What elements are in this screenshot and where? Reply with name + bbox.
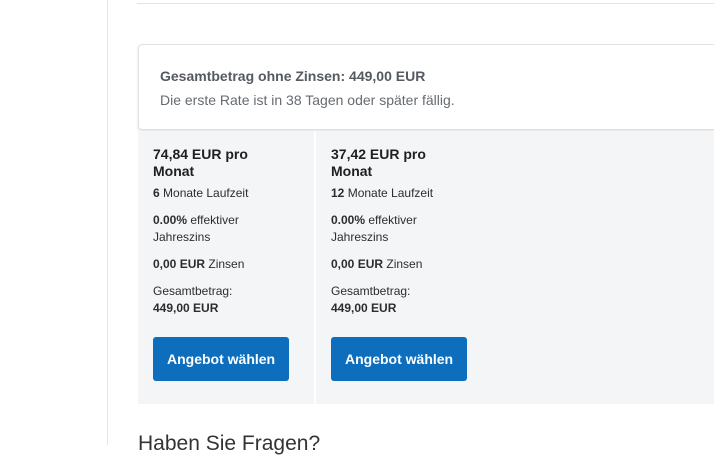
- select-offer-button[interactable]: Angebot wählen: [331, 337, 468, 381]
- plan-effective-rate: 0.00% effektiver Jahreszins: [331, 212, 441, 246]
- plan-interest: 0,00 EUR Zinsen: [331, 256, 422, 273]
- installment-plans: 74,84 EUR pro Monat 6 Monate Laufzeit 0.…: [138, 131, 714, 404]
- interest-label: Zinsen: [383, 257, 423, 271]
- plan-total-value: 449,00 EUR: [153, 300, 218, 317]
- plan-total-value: 449,00 EUR: [331, 300, 396, 317]
- duration-label: Monate Laufzeit: [344, 186, 434, 200]
- interest-value: 0,00 EUR: [331, 257, 384, 271]
- left-divider: [107, 0, 108, 445]
- interest-value: 0,00 EUR: [153, 257, 206, 271]
- monthly-amount: 37,42 EUR pro Monat: [331, 146, 426, 179]
- plan-total-label: Gesamtbetrag:: [331, 284, 411, 298]
- interest-label: Zinsen: [205, 257, 245, 271]
- rate-value: 0.00%: [153, 213, 188, 227]
- financing-summary-card: Gesamtbetrag ohne Zinsen: 449,00 EUR Die…: [138, 44, 714, 130]
- top-divider: [137, 3, 714, 4]
- total-value: 449,00 EUR: [331, 301, 397, 315]
- duration-label: Monate Laufzeit: [159, 186, 249, 200]
- rate-value: 0.00%: [331, 213, 366, 227]
- select-offer-button[interactable]: Angebot wählen: [153, 337, 290, 381]
- plan-duration: 6 Monate Laufzeit: [153, 185, 248, 202]
- duration-value: 6: [153, 186, 160, 200]
- plan-option-12-months: 37,42 EUR pro Monat 12 Monate Laufzeit 0…: [316, 131, 492, 404]
- first-rate-due-note: Die erste Rate ist in 38 Tagen oder spät…: [160, 92, 455, 108]
- plan-total-label: Gesamtbetrag:: [153, 284, 233, 298]
- plan-interest: 0,00 EUR Zinsen: [153, 256, 244, 273]
- total-value: 449,00 EUR: [153, 301, 219, 315]
- duration-value: 12: [331, 186, 345, 200]
- total-without-interest: Gesamtbetrag ohne Zinsen: 449,00 EUR: [160, 68, 426, 84]
- questions-heading: Haben Sie Fragen?: [138, 432, 321, 455]
- plan-effective-rate: 0.00% effektiver Jahreszins: [153, 212, 263, 246]
- plan-duration: 12 Monate Laufzeit: [331, 185, 433, 202]
- plan-option-6-months: 74,84 EUR pro Monat 6 Monate Laufzeit 0.…: [138, 131, 314, 404]
- monthly-amount: 74,84 EUR pro Monat: [153, 146, 248, 179]
